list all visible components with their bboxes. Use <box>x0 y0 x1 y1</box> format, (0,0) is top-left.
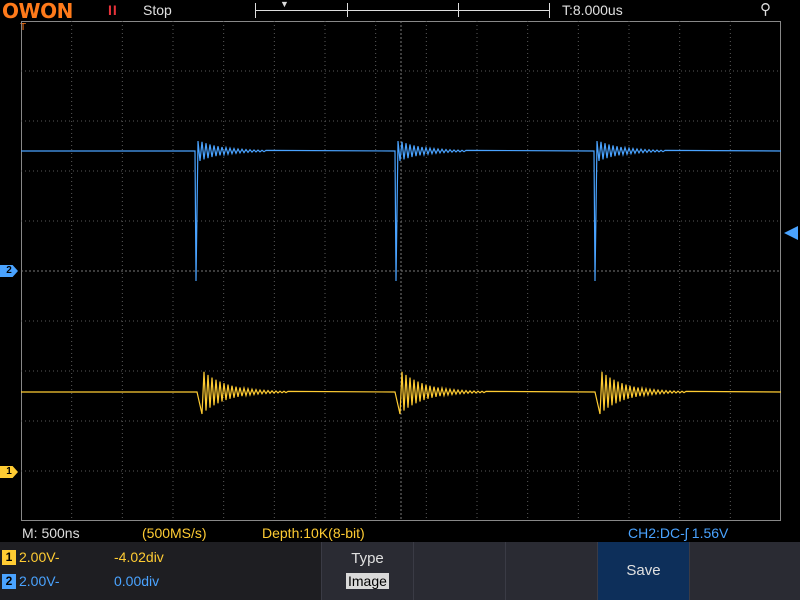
bottom-menu: 1 2.00V- -4.02div 2 2.00V- 0.00div Type … <box>0 542 800 600</box>
pause-icon: II <box>108 2 118 18</box>
menu-button-empty-5[interactable] <box>689 542 800 600</box>
ch2-offset: 0.00div <box>114 573 160 589</box>
ch1-offset: -4.02div <box>114 549 164 565</box>
type-title: Type <box>351 550 384 567</box>
trigger-time-readout: T:8.000us <box>562 2 623 18</box>
waveform-svg <box>21 21 781 521</box>
sample-rate-readout: (500MS/s) <box>142 525 207 541</box>
usb-icon: ⚲ <box>760 1 771 18</box>
timebase-window <box>347 3 459 17</box>
run-state-label: Stop <box>143 2 172 18</box>
save-button[interactable]: Save <box>597 542 689 600</box>
trigger-info-readout: CH2:DC-ʃ 1.56V <box>628 525 729 541</box>
depth-readout: Depth:10K(8-bit) <box>262 525 365 541</box>
waveform-display[interactable] <box>21 21 781 521</box>
save-label: Save <box>626 562 661 579</box>
owon-logo: OWON <box>2 0 73 23</box>
ch2-offset-marker[interactable]: 2 <box>0 265 18 277</box>
timebase-readout: M: 500ns <box>22 525 80 541</box>
status-line: M: 500ns (500MS/s) Depth:10K(8-bit) CH2:… <box>0 524 800 542</box>
ch1-scale: 2.00V- <box>19 549 60 565</box>
type-menu-button[interactable]: Type Image <box>321 542 413 600</box>
ch1-offset-marker[interactable]: 1 <box>0 466 18 478</box>
timebase-position-bar: ▼ <box>255 0 550 18</box>
trigger-position-icon: ▼ <box>280 0 289 9</box>
trigger-level-marker[interactable] <box>784 226 798 240</box>
top-status-bar: OWON II Stop ▼ T:8.000us ⚲ <box>0 0 800 23</box>
menu-button-empty-3[interactable] <box>505 542 597 600</box>
ch2-badge: 2 <box>2 574 16 589</box>
ch2-scale: 2.00V- <box>19 573 60 589</box>
ch1-badge: 1 <box>2 550 16 565</box>
menu-button-empty-2[interactable] <box>413 542 505 600</box>
type-value: Image <box>346 573 389 589</box>
